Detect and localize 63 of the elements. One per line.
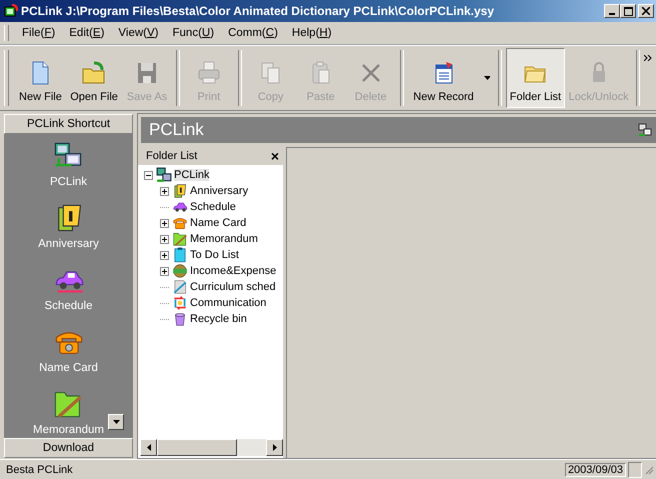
left-arrow-icon[interactable] <box>146 444 150 451</box>
download-button[interactable]: Download <box>4 438 133 458</box>
expand-toggle[interactable] <box>160 250 170 260</box>
tree-item[interactable]: Communication <box>190 297 266 309</box>
expand-toggle[interactable] <box>160 234 170 244</box>
tree-item[interactable]: Curriculum sched <box>190 281 276 293</box>
shortcut-label: Memorandum <box>33 424 104 436</box>
bin-icon <box>172 311 188 327</box>
status-text: Besta PCLink <box>6 464 74 476</box>
tree-item[interactable]: Name Card <box>190 217 246 229</box>
shortcut-label: PCLink <box>50 176 88 188</box>
phone-icon <box>172 215 188 231</box>
shortcut-label: Name Card <box>39 362 98 374</box>
computer-icon <box>156 167 172 183</box>
toolbar-button[interactable]: Folder List <box>506 48 566 108</box>
down-arrow-icon <box>112 420 120 424</box>
expand-toggle[interactable] <box>160 266 170 276</box>
tree-item[interactable]: Anniversary <box>190 185 248 197</box>
resize-grip-icon[interactable] <box>644 464 654 474</box>
menu-item[interactable]: Func(U) <box>166 25 222 41</box>
toolbar-button[interactable]: Open File <box>66 48 122 108</box>
pane-title: Folder List <box>146 150 198 162</box>
maximize-icon <box>624 6 632 16</box>
close-icon <box>642 7 650 15</box>
expand-toggle[interactable] <box>160 218 170 228</box>
tree-item[interactable]: To Do List <box>190 249 239 261</box>
horizontal-scrollbar[interactable] <box>140 439 283 456</box>
memo-icon <box>172 231 188 247</box>
window-title: PCLink J:\Program Files\Besta\Color Animated Dictionary PCLink\ColorPCLink.ysy <box>21 4 495 18</box>
toolbar-button[interactable]: New Record <box>408 48 480 108</box>
calendar-icon <box>172 183 188 199</box>
computer-icon <box>638 123 652 137</box>
toolbar-button[interactable]: New File <box>14 48 66 108</box>
minimize-button[interactable] <box>604 4 620 18</box>
menu-item[interactable]: Comm(C) <box>221 25 285 41</box>
exchange-icon <box>172 295 188 311</box>
shortcut-label: Anniversary <box>38 238 99 250</box>
scroll-down-button[interactable] <box>108 414 124 430</box>
menu-item[interactable]: Help(H) <box>284 25 339 41</box>
close-button[interactable] <box>638 4 654 18</box>
tree-item[interactable]: Schedule <box>190 201 236 213</box>
money-icon <box>172 263 188 279</box>
tree-item[interactable]: Recycle bin <box>190 313 247 325</box>
caret-icon[interactable] <box>484 76 490 80</box>
maximize-button[interactable] <box>620 4 636 18</box>
right-arrow-icon[interactable] <box>272 444 276 451</box>
close-button[interactable]: × <box>270 148 279 164</box>
shortcut-label: Schedule <box>44 300 92 312</box>
status-date: 2003/09/03 <box>564 462 626 476</box>
menu-item[interactable]: File(F) <box>15 25 62 41</box>
sidebar-header[interactable]: PCLink Shortcut <box>4 114 133 134</box>
status-panel <box>628 462 642 478</box>
menu-item[interactable]: Edit(E) <box>62 25 112 41</box>
collapse-toggle[interactable] <box>144 170 154 180</box>
menu-item[interactable]: View(V) <box>111 25 166 41</box>
ruler-icon <box>172 279 188 295</box>
tree-item[interactable]: PCLink <box>174 169 210 181</box>
tree-item[interactable]: Memorandum <box>190 233 258 245</box>
content-title: PCLink <box>149 120 204 140</box>
expand-toggle[interactable] <box>160 186 170 196</box>
tree-item[interactable]: Income&Expense <box>190 265 276 277</box>
todo-icon <box>172 247 188 263</box>
app-icon <box>4 4 18 18</box>
